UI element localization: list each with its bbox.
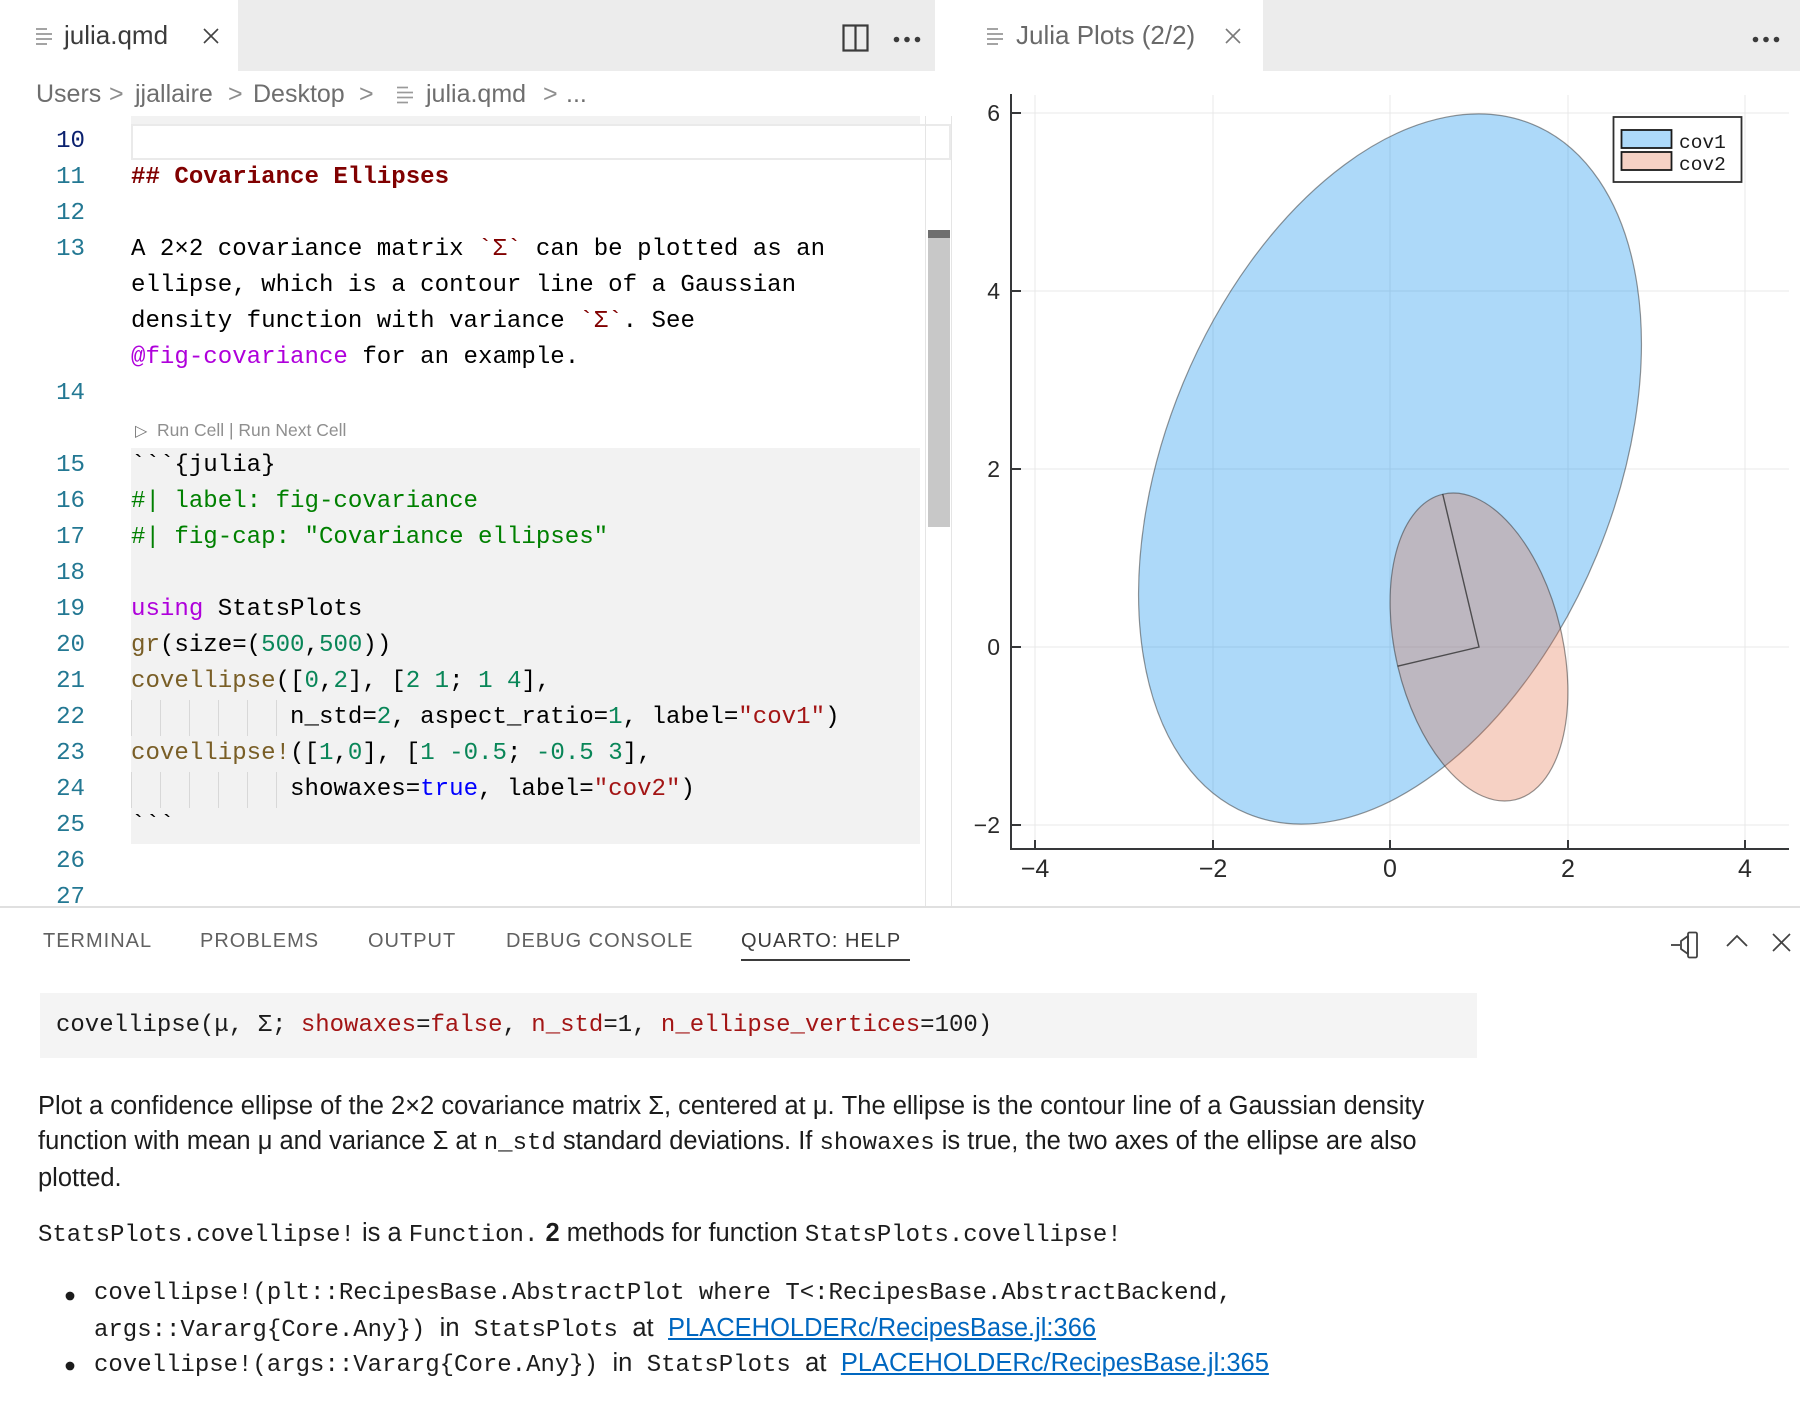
svg-text:−2: −2 xyxy=(974,812,1000,838)
svg-text:2: 2 xyxy=(987,456,1000,482)
svg-text:6: 6 xyxy=(987,100,1000,126)
svg-text:−2: −2 xyxy=(1199,855,1228,883)
svg-text:2: 2 xyxy=(1561,855,1575,883)
svg-text:4: 4 xyxy=(1738,855,1752,883)
svg-text:0: 0 xyxy=(987,634,1000,660)
svg-text:0: 0 xyxy=(1383,855,1397,883)
svg-text:−4: −4 xyxy=(1021,855,1050,883)
svg-text:cov1: cov1 xyxy=(1679,132,1726,154)
svg-text:4: 4 xyxy=(987,278,1000,304)
svg-text:cov2: cov2 xyxy=(1679,154,1726,176)
